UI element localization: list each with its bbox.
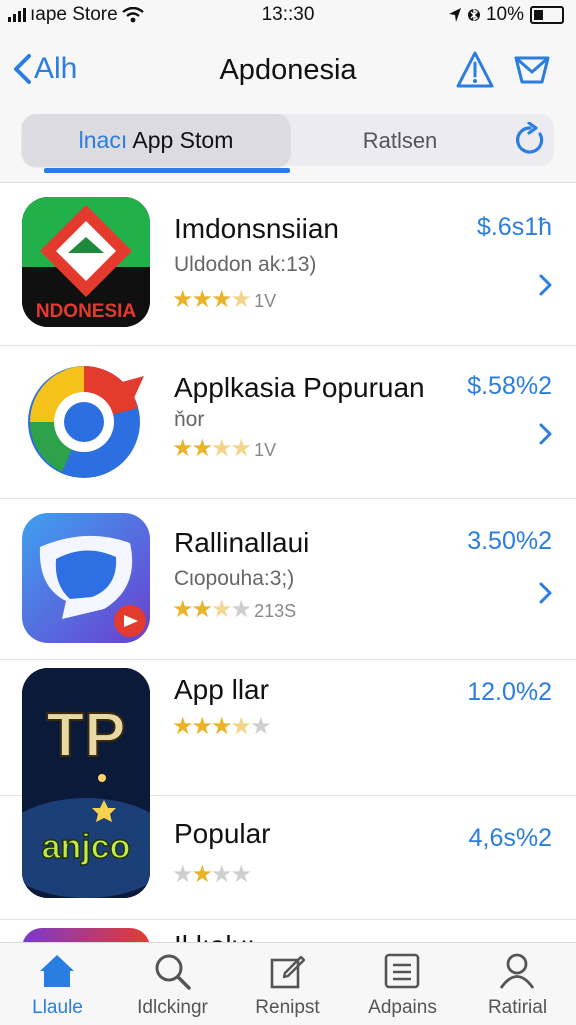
app-price: 3.50%2 <box>467 527 552 555</box>
tab-home[interactable]: Llaule <box>0 943 115 1025</box>
inbox-tray-icon[interactable] <box>512 50 552 90</box>
edit-square-icon <box>270 955 306 989</box>
search-icon <box>155 954 191 990</box>
svg-text:anjco: anjco <box>42 828 131 866</box>
chevron-right-icon <box>539 423 552 445</box>
star-rating: ★★★★ 1V <box>172 286 277 313</box>
person-icon <box>499 953 535 989</box>
tab-account[interactable]: Ratirial <box>460 943 575 1025</box>
tab-label: Adpains <box>368 997 437 1018</box>
battery-percent: 10% <box>485 4 524 25</box>
list-item[interactable]: TP anjco App llar ★★★★★ 12.0%2 <box>0 660 576 898</box>
star-rating: ★★★★ 213S <box>172 596 297 623</box>
tab-updates[interactable]: Adpains <box>345 943 460 1025</box>
app-price: $.58%2 <box>467 372 552 400</box>
app-name: Applkasia Popuruan <box>174 372 425 403</box>
segmented-control: lnacı App Stom Ratlsen <box>22 114 554 166</box>
app-name: Popular <box>174 818 271 849</box>
star-rating: ★★★★★ <box>172 713 272 740</box>
app-name: Imdonsnsiian <box>174 213 339 244</box>
chevron-right-icon <box>539 582 552 604</box>
app-name: App llar <box>174 674 269 705</box>
app-name: Rallinallaui <box>174 527 310 558</box>
svg-text:TP: TP <box>46 701 125 770</box>
segment-prefix: lnacı <box>78 127 128 153</box>
segment-bar: lnacı App Stom Ratlsen <box>0 110 576 183</box>
app-list: NDONESIA Imdonsnsiian Uldodon ak:13) ★★★… <box>0 183 576 961</box>
status-bar: ıape Store 13::30 10% <box>0 0 576 30</box>
app-subtitle: Uldodon ak:13) <box>174 253 317 276</box>
tab-label: Renipst <box>255 997 320 1018</box>
segment-app-store[interactable]: lnacı App Stom <box>22 114 290 166</box>
app-price: 12.0%2 <box>467 678 552 706</box>
location-arrow-icon <box>448 8 461 22</box>
indonesia-flag-diamond-icon: NDONESIA <box>22 197 150 327</box>
tab-bar: Llaule Idlckingr Renipst Adpains Ratiria… <box>0 942 576 1025</box>
app-price: 4,6s%2 <box>468 824 552 852</box>
tab-label: Idlckingr <box>137 997 208 1018</box>
tab-label: Llaule <box>32 997 83 1018</box>
status-right: 10% <box>448 4 564 26</box>
star-rating: ★★★★ <box>172 861 252 888</box>
rating-count: 213S <box>254 601 297 621</box>
chevron-right-icon <box>539 274 552 296</box>
app-subtitle: Cιopouha:3;) <box>174 567 295 590</box>
refresh-icon[interactable] <box>512 122 548 158</box>
rating-count: 1V <box>254 291 277 311</box>
segment-ratings[interactable]: Ratlsen <box>290 128 510 154</box>
chrome-like-swirl-icon <box>22 358 150 488</box>
segment-app-store-label: lnacı App Stom <box>22 127 290 154</box>
star-rating: ★★★★ 1V <box>172 435 277 462</box>
rating-count: 1V <box>254 440 277 460</box>
segment-active-text: App Stom <box>132 127 234 153</box>
app-price: $.6s1ħ <box>476 213 552 241</box>
segment-selection-indicator <box>44 168 290 173</box>
alert-triangle-icon[interactable] <box>455 50 495 90</box>
list-doc-icon <box>384 953 420 989</box>
svg-text:NDONESIA: NDONESIA <box>36 301 137 322</box>
list-item[interactable]: Rallinallaui Cιopouha:3;) ★★★★ 213S 3.50%… <box>0 499 576 660</box>
tab-edit[interactable]: Renipst <box>230 943 345 1025</box>
tab-label: Ratirial <box>487 997 548 1018</box>
app-subtitle: ňor <box>174 408 205 431</box>
navigation-bar: Alh Apdonesia <box>0 30 576 110</box>
battery-icon <box>530 6 564 24</box>
blue-chat-bubble-icon <box>22 513 150 643</box>
list-item[interactable]: NDONESIA Imdonsnsiian Uldodon ak:13) ★★★… <box>0 183 576 346</box>
bluetooth-icon <box>467 8 480 22</box>
list-item[interactable]: Applkasia Popuruan ňor ★★★★ 1V $.58%2 <box>0 346 576 499</box>
home-icon <box>40 955 74 987</box>
tp-game-icon: TP anjco <box>22 668 150 898</box>
tab-search[interactable]: Idlckingr <box>115 943 230 1025</box>
